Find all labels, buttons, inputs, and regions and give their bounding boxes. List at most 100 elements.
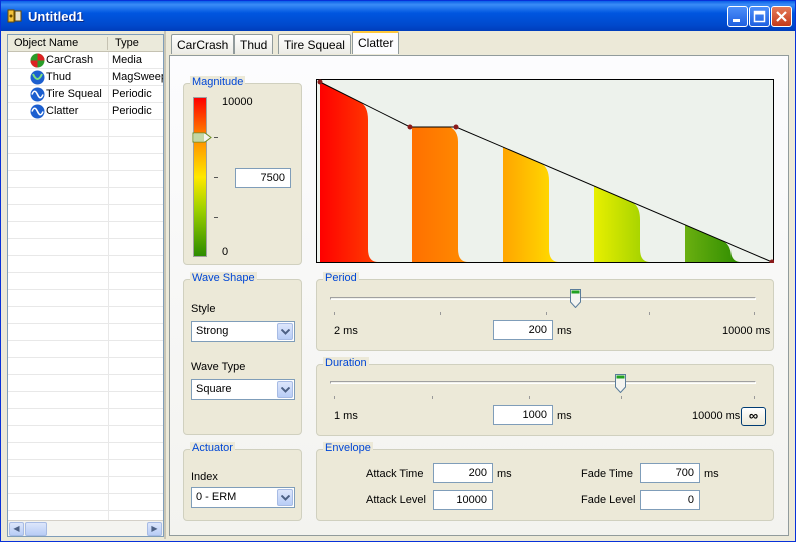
- list-item: [8, 222, 163, 239]
- list-rows: CarCrash Media Thud MagSweep Tire Squeal Peri…: [8, 52, 164, 528]
- scroll-thumb[interactable]: [25, 522, 47, 536]
- envelope-point-start[interactable]: [317, 79, 323, 85]
- chevron-down-icon: [281, 329, 290, 335]
- duration-title: Duration: [323, 357, 369, 369]
- envelope-graph[interactable]: [316, 79, 774, 263]
- list-item: [8, 137, 163, 154]
- attack-level-label: Attack Level: [366, 494, 426, 506]
- list-item[interactable]: Tire Squeal Periodic: [8, 86, 163, 103]
- horizontal-scrollbar[interactable]: ◀ ▶: [8, 520, 163, 536]
- carcrash-icon: [30, 53, 45, 68]
- fade-time-input[interactable]: 700: [640, 463, 700, 483]
- list-item: [8, 307, 163, 324]
- list-item: [8, 426, 163, 443]
- attack-time-input[interactable]: 200: [433, 463, 493, 483]
- duration-unit-label: ms: [557, 410, 572, 422]
- period-max-label: 10000 ms: [722, 325, 771, 337]
- list-item: [8, 273, 163, 290]
- period-value-input[interactable]: 200: [493, 320, 553, 340]
- periodic-wave-icon: [30, 87, 45, 102]
- style-dropdown[interactable]: Strong: [191, 321, 295, 342]
- envelope-group: Envelope: [316, 442, 774, 521]
- list-item: [8, 443, 163, 460]
- attack-time-label: Attack Time: [366, 468, 424, 480]
- actuator-title: Actuator: [190, 442, 235, 454]
- chevron-down-icon: [281, 495, 290, 501]
- infinite-duration-button[interactable]: ∞: [741, 407, 766, 426]
- scroll-right-button[interactable]: ▶: [147, 522, 162, 536]
- column-header-name[interactable]: Object Name: [14, 37, 78, 49]
- magnitude-title: Magnitude: [190, 76, 246, 88]
- list-item[interactable]: Thud MagSweep: [8, 69, 164, 86]
- attack-level-input[interactable]: 10000: [433, 490, 493, 510]
- column-header-type[interactable]: Type: [115, 37, 139, 49]
- chevron-down-icon: [281, 387, 290, 393]
- maximize-button[interactable]: [749, 6, 770, 27]
- duration-group: Duration: [316, 357, 774, 436]
- list-item-type: Media: [112, 54, 142, 66]
- tab-clatter[interactable]: Clatter: [352, 31, 400, 54]
- style-label: Style: [191, 303, 216, 315]
- magnitude-max-label: 10000: [222, 96, 253, 108]
- list-item: [8, 392, 163, 409]
- magnitude-slider-thumb[interactable]: [192, 132, 212, 143]
- period-slider-thumb[interactable]: [570, 289, 581, 308]
- wave-type-dropdown[interactable]: Square: [191, 379, 295, 400]
- title-bar[interactable]: Untitled1: [1, 1, 795, 31]
- tab-thud[interactable]: Thud: [234, 34, 274, 54]
- style-dropdown-value: Strong: [196, 325, 229, 337]
- index-label: Index: [191, 471, 218, 483]
- list-item[interactable]: Clatter Periodic: [8, 103, 163, 120]
- list-item-type: Periodic: [112, 105, 152, 117]
- list-item: [8, 460, 163, 477]
- tab-carcrash[interactable]: CarCrash: [171, 34, 235, 54]
- client-area: Object Name Type CarCrash Media Thud MagSwe…: [4, 31, 792, 539]
- envelope-point-fade-start[interactable]: [453, 124, 459, 130]
- list-item-type: MagSweep: [112, 71, 164, 83]
- index-dropdown[interactable]: 0 - ERM: [191, 487, 295, 508]
- index-dropdown-value: 0 - ERM: [196, 491, 237, 503]
- wave-shape-title: Wave Shape: [190, 272, 257, 284]
- duration-value-input[interactable]: 1000: [493, 405, 553, 425]
- list-item: [8, 477, 163, 494]
- fade-level-input[interactable]: 0: [640, 490, 700, 510]
- splitter[interactable]: [164, 31, 166, 539]
- list-item: [8, 154, 163, 171]
- list-item: [8, 409, 163, 426]
- fade-time-unit: ms: [704, 468, 719, 480]
- period-min-label: 2 ms: [334, 325, 358, 337]
- wave-type-label: Wave Type: [191, 361, 246, 373]
- app-window: Untitled1 Object Name Type CarCrash Media…: [0, 0, 796, 542]
- minimize-icon: [733, 19, 740, 22]
- close-button[interactable]: [771, 6, 792, 27]
- attack-time-unit: ms: [497, 468, 512, 480]
- envelope-title: Envelope: [323, 442, 373, 454]
- tab-tire-squeal[interactable]: Tire Squeal: [278, 34, 351, 54]
- list-item-name: Tire Squeal: [46, 88, 102, 100]
- duration-min-label: 1 ms: [334, 410, 358, 422]
- window-title: Untitled1: [28, 9, 84, 24]
- scroll-left-button[interactable]: ◀: [9, 522, 24, 536]
- magnitude-gradient-bar[interactable]: [193, 97, 207, 257]
- envelope-point-attack[interactable]: [407, 124, 413, 130]
- periodic-wave-icon: [30, 104, 45, 119]
- list-item: [8, 239, 163, 256]
- period-slider-track[interactable]: [330, 297, 756, 300]
- list-item-name: CarCrash: [46, 54, 94, 66]
- list-item: [8, 290, 163, 307]
- close-icon: [776, 11, 787, 22]
- object-list[interactable]: Object Name Type CarCrash Media Thud MagSwe…: [7, 34, 164, 537]
- list-item: [8, 120, 163, 137]
- list-item: [8, 171, 163, 188]
- list-item: [8, 358, 163, 375]
- fade-level-label: Fade Level: [581, 494, 636, 506]
- duration-slider-thumb[interactable]: [615, 374, 626, 393]
- wave-type-dropdown-value: Square: [196, 383, 232, 395]
- list-item: [8, 205, 163, 222]
- magnitude-value-input[interactable]: 7500: [235, 168, 291, 188]
- maximize-icon: [753, 10, 766, 23]
- list-item-name: Clatter: [46, 105, 79, 117]
- duration-slider-track[interactable]: [330, 381, 756, 384]
- list-item[interactable]: CarCrash Media: [8, 52, 163, 69]
- minimize-button[interactable]: [727, 6, 748, 27]
